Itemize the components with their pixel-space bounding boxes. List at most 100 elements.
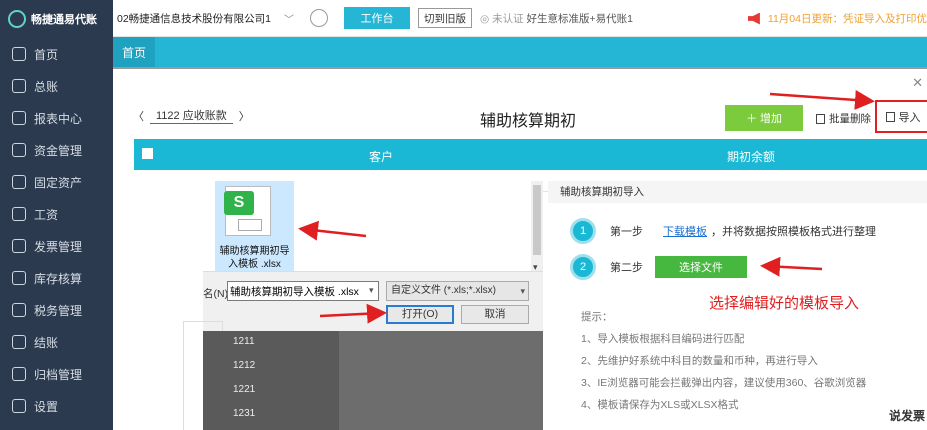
add-button[interactable]: ＋ 增加 [725, 105, 803, 131]
sidebar-item-reports[interactable]: 报表中心 [0, 102, 113, 134]
sidebar-item-label: 固定资产 [34, 175, 83, 190]
ledger-icon [12, 79, 26, 93]
company-name: 02畅捷通信息技术股份有限公司1 [117, 12, 272, 25]
logo: 畅捷通易代账 [0, 0, 113, 38]
sidebar: 畅捷通易代账 首页 总账 报表中心 资金管理 固定资产 工资 发票管理 库存核算… [0, 0, 113, 430]
import-icon [885, 111, 895, 122]
excel-file-icon: S [224, 186, 271, 236]
batch-delete-button[interactable]: 批量删除 [816, 111, 871, 126]
warehouse-icon [12, 271, 26, 285]
tip-item: 3、IE浏览器可能会拦截弹出内容，建议使用360、谷歌浏览器 [581, 377, 867, 389]
sidebar-item-assets[interactable]: 固定资产 [0, 166, 113, 198]
subject-selector: 〈 1122 应收账款 〉 [133, 107, 250, 124]
scrollbar-thumb[interactable] [533, 185, 541, 255]
tax-icon [12, 303, 26, 317]
step-description: ，并将数据按照模板格式进行整理 [711, 226, 876, 238]
sidebar-item-tax[interactable]: 税务管理 [0, 294, 113, 326]
tab-home[interactable]: 首页 [113, 37, 155, 67]
cancel-button[interactable]: 取消 [461, 305, 529, 324]
sidebar-item-label: 税务管理 [34, 303, 83, 318]
list-item: 1231 [233, 408, 256, 419]
sidebar-item-closing[interactable]: 结账 [0, 326, 113, 358]
sidebar-item-ledger[interactable]: 总账 [0, 70, 113, 102]
sidebar-item-settings[interactable]: 设置 [0, 390, 113, 422]
truncated-text: 说发票 [888, 409, 925, 423]
sidebar-item-label: 首页 [34, 47, 59, 62]
subject-code-column: 1211 1212 1221 1231 [203, 331, 339, 430]
sidebar-item-funds[interactable]: 资金管理 [0, 134, 113, 166]
choose-file-button[interactable]: 选择文件 [655, 256, 747, 278]
tips-title: 提示： [581, 311, 613, 323]
spreadsheet-logo-icon: S [224, 191, 254, 215]
next-subject-icon[interactable]: 〉 [239, 108, 250, 124]
chevron-down-icon[interactable]: ▾ [369, 285, 374, 296]
sidebar-item-salary[interactable]: 工资 [0, 198, 113, 230]
download-template-link[interactable]: 下载模板 [663, 223, 707, 239]
plus-icon: ＋ [745, 113, 757, 125]
cert-status-text: 未认证 [492, 12, 524, 25]
step-one: 1 第一步 下载模板 ，并将数据按照模板格式进行整理 [570, 218, 876, 244]
home-icon [12, 47, 26, 61]
prev-subject-icon[interactable]: 〈 [133, 108, 144, 124]
file-type-select[interactable]: 自定义文件 (*.xls;*.xlsx) ▾ [386, 281, 529, 301]
tab-bar: 首页 [113, 37, 927, 67]
sidebar-item-invoice[interactable]: 发票管理 [0, 230, 113, 262]
dimmed-subject-list: 1211 1212 1221 1231 [203, 331, 543, 430]
salary-icon [12, 207, 26, 221]
sidebar-item-label: 设置 [34, 399, 59, 414]
company-select[interactable]: 02畅捷通信息技术股份有限公司1 ﹀ [117, 11, 300, 26]
top-bar: 02畅捷通信息技术股份有限公司1 ﹀ 工作台 切到旧版 ◎ 未认证 好生意标准版… [113, 0, 927, 37]
sidebar-item-label: 报表中心 [34, 111, 83, 126]
logo-icon [8, 10, 26, 28]
file-name-input[interactable] [227, 281, 379, 301]
tip-item: 4、模板请保存为XLS或XLSX格式 [581, 399, 739, 411]
workbench-button[interactable]: 工作台 [344, 7, 410, 29]
file-item[interactable]: S 辅助核算期初导入模板 .xlsx [215, 181, 294, 271]
open-button[interactable]: 打开(O) [386, 305, 454, 324]
file-type-value: 自定义文件 (*.xls;*.xlsx) [391, 285, 496, 296]
speaker-icon [747, 12, 760, 25]
asset-icon [12, 175, 26, 189]
tips-list: 提示： 1、导入模板根据科目编码进行匹配 2、先维护好系统中科目的数量和币种，再… [581, 306, 866, 416]
update-notice[interactable]: 11月04日更新：凭证导入及打印优 [747, 11, 927, 26]
close-icon[interactable]: ✕ [912, 75, 923, 91]
sidebar-item-label: 总账 [34, 79, 59, 94]
sidebar-item-home[interactable]: 首页 [0, 38, 113, 70]
settings-icon [12, 399, 26, 413]
table-glyph-icon [238, 219, 262, 231]
column-customer: 客户 [369, 150, 394, 164]
list-item: 1212 [233, 360, 256, 371]
file-list-scrollbar[interactable]: ▾ [531, 181, 543, 272]
add-button-label: 增加 [760, 113, 783, 125]
wallet-icon [12, 143, 26, 157]
chevron-down-icon: ▾ [520, 286, 525, 296]
table-header: 客户 期初余额 [134, 139, 927, 170]
select-all-checkbox[interactable] [142, 148, 153, 159]
sidebar-item-archive[interactable]: 归档管理 [0, 358, 113, 390]
column-opening-balance: 期初余额 [727, 150, 776, 164]
sidebar-item-inventory[interactable]: 库存核算 [0, 262, 113, 294]
switch-old-version-button[interactable]: 切到旧版 [418, 8, 472, 28]
logo-text: 畅捷通易代账 [31, 14, 97, 26]
certification-status: ◎ 未认证 好生意标准版+易代账1 [480, 11, 633, 26]
tip-item: 1、导入模板根据科目编码进行匹配 [581, 333, 745, 345]
page-title: 辅助核算期初 [480, 113, 577, 130]
invoice-icon [12, 239, 26, 253]
file-name-label: 辅助核算期初导入模板 .xlsx [219, 246, 290, 270]
import-button[interactable]: 导入 [875, 100, 927, 133]
file-dialog-controls: 名(N): ▾ 自定义文件 (*.xls;*.xlsx) ▾ 打开(O) 取消 [203, 271, 543, 331]
batch-delete-label: 批量删除 [829, 113, 871, 125]
sidebar-item-label: 库存核算 [34, 271, 83, 286]
background-panel [113, 321, 223, 430]
subject-field[interactable]: 1122 应收账款 [150, 107, 233, 124]
shield-icon: ◎ [480, 12, 490, 25]
step-label: 第一步 [610, 226, 643, 238]
subject-code: 1122 [156, 110, 180, 122]
step-number: 2 [570, 254, 596, 280]
sidebar-item-label: 发票管理 [34, 239, 83, 254]
subject-name: 应收账款 [182, 110, 227, 122]
document-icon[interactable] [310, 9, 328, 27]
step-label: 第二步 [610, 262, 643, 274]
sidebar-item-label: 结账 [34, 335, 59, 350]
import-button-label: 导入 [898, 111, 921, 124]
